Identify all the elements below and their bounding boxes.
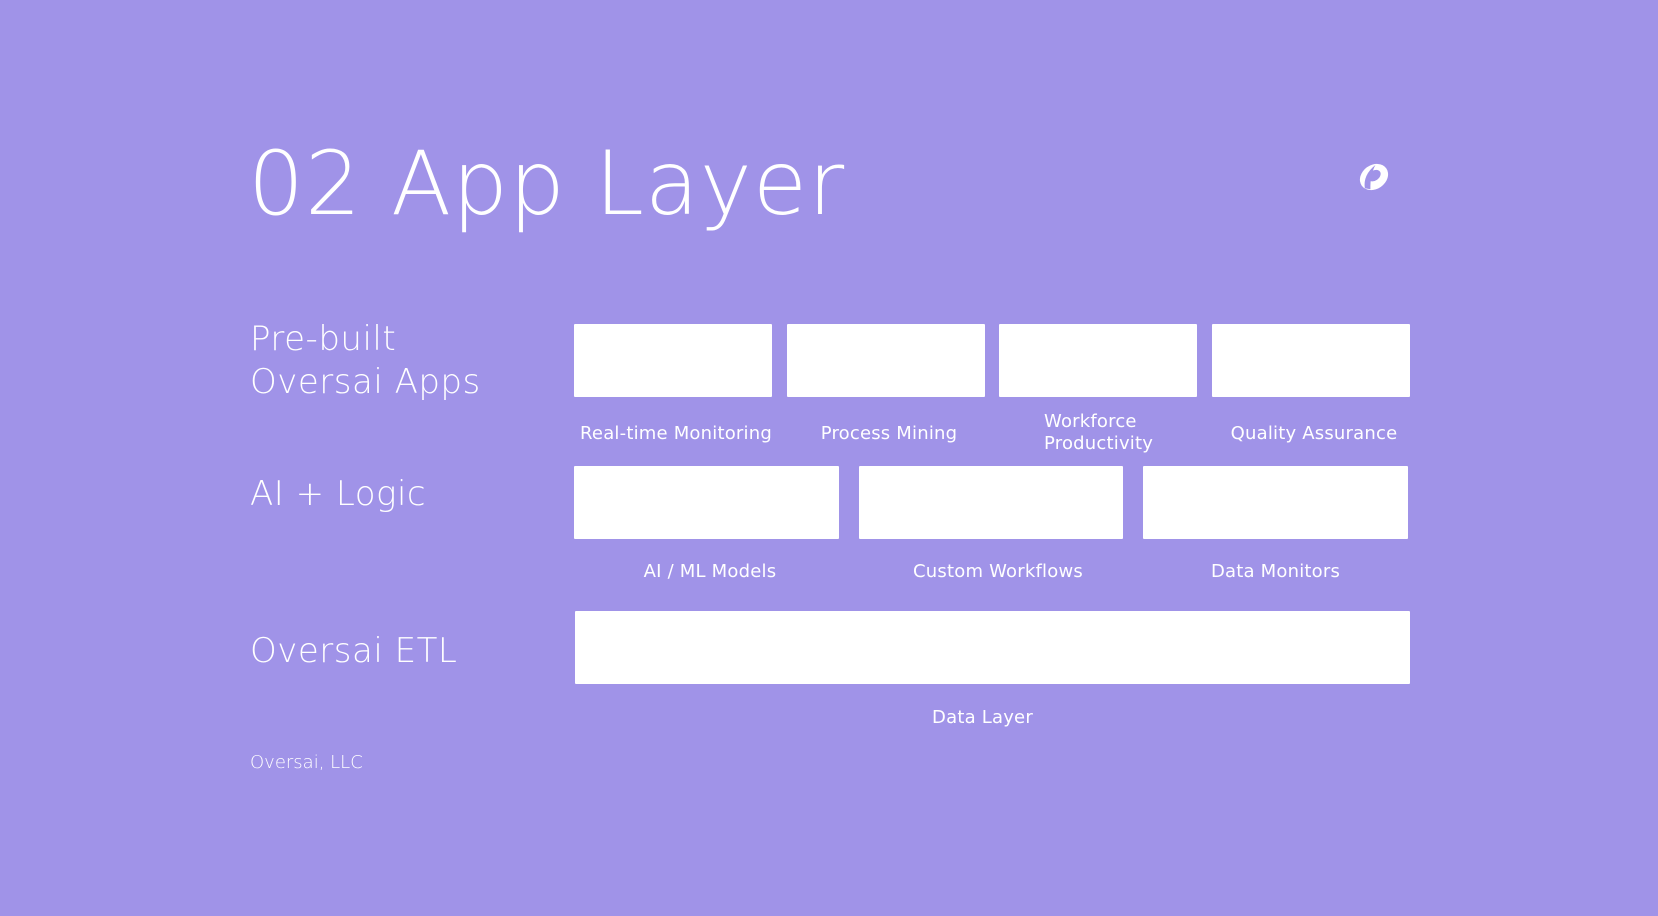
layer-label-line: Oversai Apps (250, 362, 481, 402)
layer-label-line: Pre-built (250, 319, 397, 359)
logic-box-data-monitors (1143, 466, 1408, 539)
caption-line: Productivity (1044, 433, 1154, 454)
logic-box-custom-workflows (859, 466, 1123, 539)
layer-label-line: AI + Logic (250, 474, 427, 514)
oversai-logo-icon (1359, 163, 1389, 191)
layer-label-line: Oversai ETL (250, 631, 458, 671)
logic-caption-custom-workflows: Custom Workflows (913, 561, 1083, 582)
slide-title: 02 App Layer (248, 132, 846, 235)
app-caption-quality-assurance: Quality Assurance (1230, 423, 1398, 444)
caption-line: Workforce (1044, 411, 1137, 432)
app-caption-workforce-productivity: Workforce Productivity (1044, 411, 1194, 455)
layer-label-prebuilt-apps: Pre-built Oversai Apps (250, 318, 481, 404)
layer-label-oversai-etl: Oversai ETL (250, 630, 457, 673)
logic-caption-data-monitors: Data Monitors (1210, 561, 1341, 582)
app-caption-process-mining: Process Mining (820, 423, 958, 444)
etl-box-data-layer (575, 611, 1410, 684)
app-box-process-mining (787, 324, 985, 397)
app-caption-realtime-monitoring: Real-time Monitoring (580, 423, 772, 444)
logic-caption-ai-ml-models: AI / ML Models (643, 561, 777, 582)
app-box-workforce-productivity (999, 324, 1197, 397)
app-box-quality-assurance (1212, 324, 1410, 397)
layer-label-ai-logic: AI + Logic (250, 473, 426, 516)
logic-box-ai-ml-models (574, 466, 839, 539)
footer-company: Oversai, LLC (250, 752, 363, 773)
app-box-realtime-monitoring (574, 324, 772, 397)
etl-caption-data-layer: Data Layer (932, 707, 1033, 728)
